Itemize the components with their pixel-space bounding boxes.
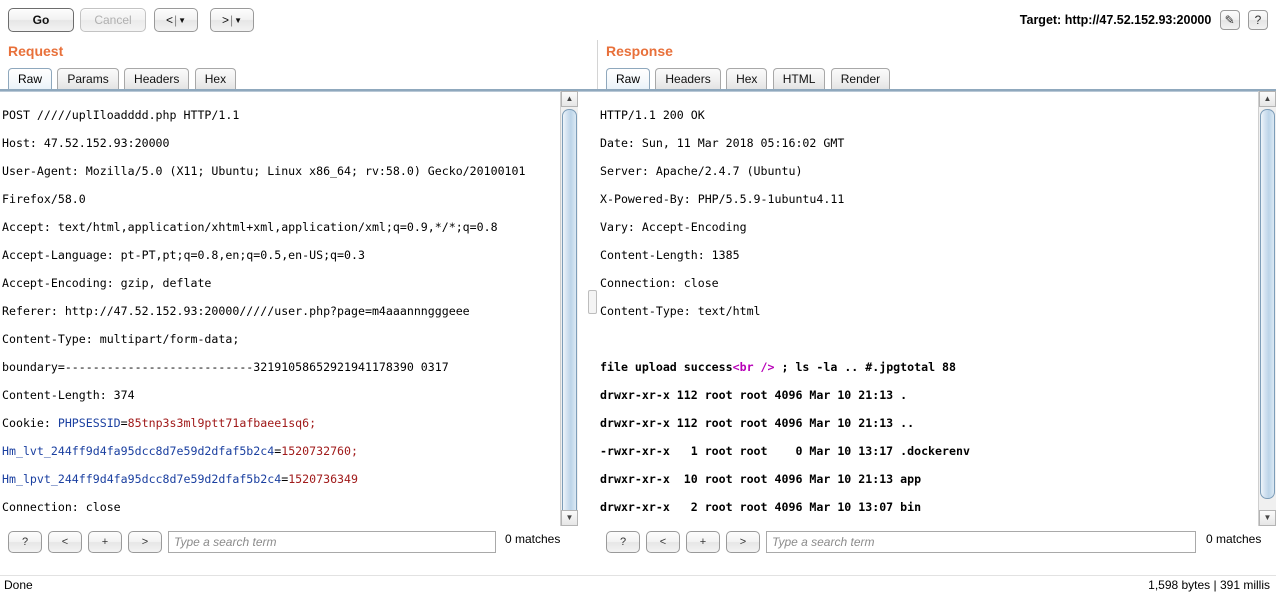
toolbar: Go Cancel <|▼ >|▼ Target: http://47.52.1… [0, 0, 1276, 40]
forward-button[interactable]: >|▼ [210, 8, 254, 32]
response-title: Response [606, 43, 673, 59]
command-echo: ; ls -la .. #.jpgtotal 88 [774, 360, 956, 374]
listing-row: -rwxr-xr-x 1 root root 0 Mar 10 13:17 .d… [600, 444, 970, 458]
listing-row: drwxr-xr-x 10 root root 4096 Mar 10 21:1… [600, 472, 922, 486]
search-prev-button[interactable]: < [48, 531, 82, 553]
request-tabstrip: Raw Params Headers Hex [8, 68, 238, 90]
listing-row: drwxr-xr-x 2 root root 4096 Mar 10 13:07… [600, 500, 922, 514]
request-line: Content-Type: multipart/form-data; [2, 332, 240, 346]
help-icon[interactable]: ? [1248, 10, 1268, 30]
panel-splitter-handle[interactable] [588, 290, 597, 314]
response-header-line: Vary: Accept-Encoding [600, 220, 747, 234]
request-vertical-scrollbar[interactable]: ▲ ▼ [560, 91, 578, 529]
search-next-button[interactable]: > [128, 531, 162, 553]
response-tabstrip: Raw Headers Hex HTML Render [606, 68, 892, 90]
request-cookie-line: Cookie: PHPSESSID=85tnp3s3ml9ptt71afbaee… [2, 416, 317, 430]
scroll-down-icon[interactable]: ▼ [1259, 510, 1276, 526]
response-search-bar: ? < + > Type a search term 0 matches [598, 526, 1276, 558]
request-line: POST /////uplIloadddd.php HTTP/1.1 [2, 108, 240, 122]
search-input[interactable]: Type a search term [766, 531, 1196, 553]
cookie-name: PHPSESSID [57, 416, 121, 430]
response-body-first-line: file upload success<br /> ; ls -la .. #.… [600, 360, 1258, 374]
response-header-line: Content-Type: text/html [600, 304, 761, 318]
forward-arrow-icon: > [221, 13, 229, 27]
back-button[interactable]: <|▼ [154, 8, 198, 32]
tab-request-raw[interactable]: Raw [8, 68, 53, 90]
request-line: Firefox/58.0 [2, 192, 86, 206]
response-header-line: X-Powered-By: PHP/5.5.9-1ubuntu4.11 [600, 192, 845, 206]
request-panel: Request Raw Params Headers Hex POST ////… [0, 40, 598, 558]
tab-response-headers[interactable]: Headers [655, 68, 721, 90]
request-line: boundary=---------------------------3219… [2, 360, 449, 374]
response-vertical-scrollbar[interactable]: ▲ ▼ [1258, 91, 1276, 526]
search-add-button[interactable]: + [88, 531, 122, 553]
scroll-thumb[interactable] [562, 109, 577, 529]
request-line: Content-Length: 374 [2, 388, 135, 402]
response-header-line: Connection: close [600, 276, 719, 290]
listing-row: drwxr-xr-x 112 root root 4096 Mar 10 21:… [600, 416, 915, 430]
match-count-label: 0 matches [505, 532, 561, 546]
request-cookie-line: Hm_lpvt_244ff9d4fa95dcc8d7e59d2dfaf5b2c4… [2, 472, 358, 486]
request-line: Accept: text/html,application/xhtml+xml,… [2, 220, 498, 234]
scroll-up-icon[interactable]: ▲ [1259, 91, 1276, 107]
tab-response-render[interactable]: Render [830, 68, 891, 90]
request-line: Referer: http://47.52.152.93:20000/////u… [2, 304, 470, 318]
match-count-label: 0 matches [1206, 532, 1262, 546]
request-title: Request [8, 43, 64, 59]
search-input[interactable]: Type a search term [168, 531, 496, 553]
scroll-thumb[interactable] [1260, 109, 1275, 499]
search-next-button[interactable]: > [726, 531, 760, 553]
response-header-line: Server: Apache/2.4.7 (Ubuntu) [600, 164, 803, 178]
cookie-name: Hm_lvt_244ff9d4fa95dcc8d7e59d2dfaf5b2c4 [2, 444, 275, 458]
response-header-line: Date: Sun, 11 Mar 2018 05:16:02 GMT [600, 136, 845, 150]
request-line: Accept-Language: pt-PT,pt;q=0.8,en;q=0.5… [2, 248, 365, 262]
target-area: Target: http://47.52.152.93:20000 ✎ ? [1020, 10, 1268, 32]
chevron-down-icon: ▼ [178, 16, 187, 25]
tab-response-raw[interactable]: Raw [606, 68, 651, 90]
cookie-value: 1520736349 [288, 472, 358, 486]
response-viewer[interactable]: HTTP/1.1 200 OK Date: Sun, 11 Mar 2018 0… [598, 91, 1276, 526]
tab-request-params[interactable]: Params [57, 68, 119, 90]
chevron-down-icon: ▼ [234, 16, 243, 25]
request-viewer[interactable]: POST /////uplIloadddd.php HTTP/1.1 Host:… [0, 91, 598, 526]
search-help-button[interactable]: ? [606, 531, 640, 553]
cookie-name: Hm_lpvt_244ff9d4fa95dcc8d7e59d2dfaf5b2c4 [2, 472, 282, 486]
cancel-button[interactable]: Cancel [80, 8, 146, 32]
response-header-line: HTTP/1.1 200 OK [600, 108, 705, 122]
request-search-bar: ? < + > Type a search term 0 matches [0, 526, 598, 558]
tab-request-headers[interactable]: Headers [124, 68, 190, 90]
scroll-up-icon[interactable]: ▲ [561, 91, 578, 107]
upload-success-text: file upload success [600, 360, 733, 374]
scroll-down-icon[interactable]: ▼ [561, 510, 578, 526]
listing-row: drwxr-xr-x 112 root root 4096 Mar 10 21:… [600, 388, 908, 402]
cookie-value: 85tnp3s3ml9ptt71afbaee1sq6; [127, 416, 317, 430]
cookie-value: 1520732760; [281, 444, 358, 458]
go-button[interactable]: Go [8, 8, 74, 32]
tab-request-hex[interactable]: Hex [194, 68, 237, 90]
status-metrics: 1,598 bytes | 391 millis [1148, 578, 1270, 592]
status-message: Done [4, 578, 33, 592]
search-prev-button[interactable]: < [646, 531, 680, 553]
search-help-button[interactable]: ? [8, 531, 42, 553]
request-line: User-Agent: Mozilla/5.0 (X11; Ubuntu; Li… [2, 164, 526, 178]
request-cookie-line: Hm_lvt_244ff9d4fa95dcc8d7e59d2dfaf5b2c4=… [2, 444, 358, 458]
response-panel: Response Raw Headers Hex HTML Render HTT… [598, 40, 1276, 558]
back-arrow-icon: < [165, 13, 173, 27]
target-label: Target: http://47.52.152.93:20000 [1019, 13, 1212, 27]
search-add-button[interactable]: + [686, 531, 720, 553]
request-line: Host: 47.52.152.93:20000 [2, 136, 170, 150]
response-header-line: Content-Length: 1385 [600, 248, 740, 262]
request-body: POST /////uplIloadddd.php HTTP/1.1 Host:… [2, 94, 580, 526]
response-body: HTTP/1.1 200 OK Date: Sun, 11 Mar 2018 0… [600, 94, 1258, 526]
cookie-prefix: Cookie: [2, 416, 58, 430]
br-tag: <br /> [732, 360, 775, 374]
tab-response-html[interactable]: HTML [772, 68, 826, 90]
request-line: Connection: close [2, 500, 121, 514]
status-bar: Done 1,598 bytes | 391 millis [0, 576, 1276, 598]
edit-icon[interactable]: ✎ [1219, 10, 1240, 30]
request-line: Accept-Encoding: gzip, deflate [2, 276, 212, 290]
tab-response-hex[interactable]: Hex [726, 68, 768, 90]
